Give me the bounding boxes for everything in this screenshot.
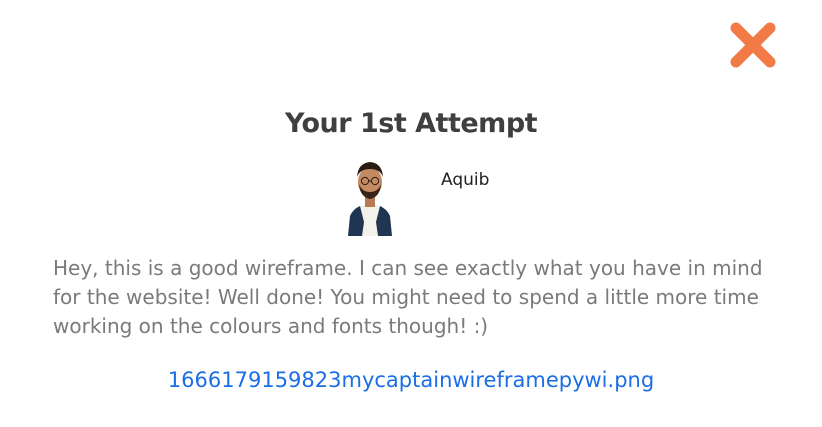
avatar [342,150,398,236]
close-button[interactable] [727,19,779,71]
attachment-link[interactable]: 1666179159823mycaptainwireframepywi.png [0,368,822,392]
feedback-modal: Your 1st Attempt Aquib Hey, this is a go… [0,0,822,427]
modal-title: Your 1st Attempt [284,108,538,139]
author-name: Aquib [441,170,490,190]
feedback-comment: Hey, this is a good wireframe. I can see… [53,256,763,338]
close-icon [730,22,776,68]
